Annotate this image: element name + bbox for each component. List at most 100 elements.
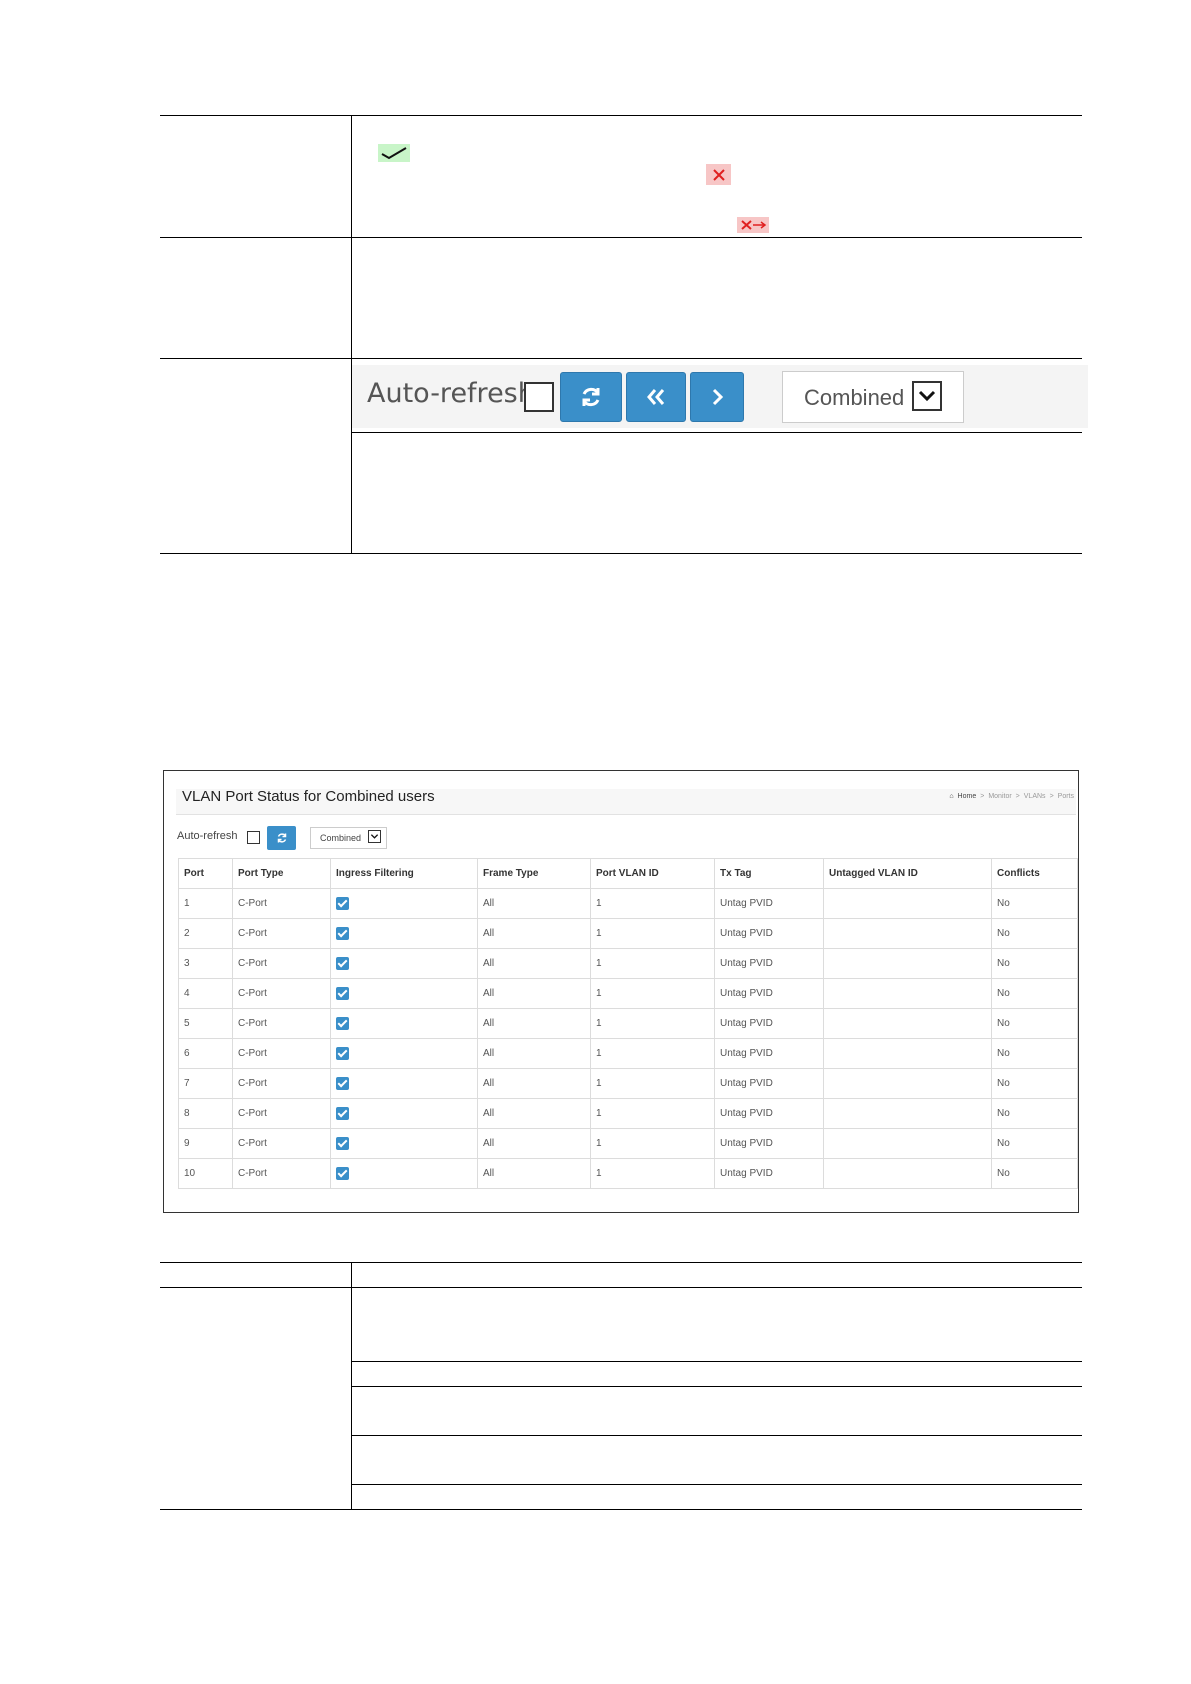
table-row: 6 C-Port All 1 Untag PVID No xyxy=(178,1038,1078,1069)
cell-port: 6 xyxy=(178,1038,233,1069)
cell-tx-tag: Untag PVID xyxy=(714,888,824,919)
cell-conflicts: No xyxy=(991,1038,1078,1069)
next-page-button-large[interactable] xyxy=(690,372,744,422)
cell-ingress-filtering xyxy=(330,948,478,979)
refresh-button[interactable] xyxy=(267,826,296,850)
cell-port: 3 xyxy=(178,948,233,979)
table-row: 5 C-Port All 1 Untag PVID No xyxy=(178,1008,1078,1039)
cell-conflicts: No xyxy=(991,918,1078,949)
ingress-filtering-checkbox[interactable] xyxy=(336,927,349,940)
cell-tx-tag: Untag PVID xyxy=(714,1068,824,1099)
auto-refresh-checkbox-large[interactable] xyxy=(524,382,554,412)
breadcrumb-separator: > xyxy=(980,793,985,800)
cell-ingress-filtering xyxy=(330,1158,478,1189)
bottom-table-rule-1 xyxy=(160,1262,1082,1263)
cell-untagged-vlan-id xyxy=(823,888,992,919)
cell-port-vlan-id: 1 xyxy=(590,948,715,979)
ingress-filtering-checkbox[interactable] xyxy=(336,987,349,1000)
col-frame-type: Frame Type xyxy=(477,858,591,889)
refresh-button-large[interactable] xyxy=(560,372,622,422)
cell-frame-type: All xyxy=(477,1008,591,1039)
auto-refresh-checkbox[interactable] xyxy=(247,831,260,844)
cell-port-type: C-Port xyxy=(232,918,331,949)
cell-port-type: C-Port xyxy=(232,888,331,919)
top-table-rule-2 xyxy=(160,237,1082,238)
cell-port-vlan-id: 1 xyxy=(590,1098,715,1129)
cell-port-vlan-id: 1 xyxy=(590,1068,715,1099)
col-tx-tag: Tx Tag xyxy=(714,858,824,889)
breadcrumb-ports[interactable]: Ports xyxy=(1058,793,1074,800)
ingress-filtering-checkbox[interactable] xyxy=(336,1077,349,1090)
breadcrumb-home[interactable]: Home xyxy=(958,793,977,800)
table-header-row: Port Port Type Ingress Filtering Frame T… xyxy=(178,858,1078,889)
ingress-filtering-checkbox[interactable] xyxy=(336,957,349,970)
cell-conflicts: No xyxy=(991,1128,1078,1159)
ingress-filtering-checkbox[interactable] xyxy=(336,1167,349,1180)
user-select-value: Combined xyxy=(320,833,362,843)
next-page-icon xyxy=(712,388,724,406)
bottom-table-rule-7 xyxy=(160,1509,1082,1510)
cell-port-type: C-Port xyxy=(232,1158,331,1189)
col-port-vlan-id: Port VLAN ID xyxy=(590,858,715,889)
bottom-table-rule-4 xyxy=(351,1386,1082,1387)
cell-tx-tag: Untag PVID xyxy=(714,1158,824,1189)
bottom-table-divider xyxy=(351,1262,352,1509)
cell-ingress-filtering xyxy=(330,1098,478,1129)
user-select-value-large: Combined xyxy=(804,385,905,410)
top-table-divider xyxy=(351,115,352,553)
cell-ingress-filtering xyxy=(330,978,478,1009)
cell-untagged-vlan-id xyxy=(823,1158,992,1189)
cell-frame-type: All xyxy=(477,978,591,1009)
refresh-icon xyxy=(277,833,286,843)
col-ingress-filtering: Ingress Filtering xyxy=(330,858,478,889)
cell-frame-type: All xyxy=(477,888,591,919)
cell-untagged-vlan-id xyxy=(823,1098,992,1129)
home-icon[interactable]: ⌂ xyxy=(949,793,953,800)
table-row: 10 C-Port All 1 Untag PVID No xyxy=(178,1158,1078,1189)
ingress-filtering-checkbox[interactable] xyxy=(336,897,349,910)
ingress-filtering-checkbox[interactable] xyxy=(336,1107,349,1120)
cell-frame-type: All xyxy=(477,1098,591,1129)
cell-conflicts: No xyxy=(991,948,1078,979)
cell-conflicts: No xyxy=(991,1158,1078,1189)
table-row: 2 C-Port All 1 Untag PVID No xyxy=(178,918,1078,949)
cell-frame-type: All xyxy=(477,1068,591,1099)
first-page-icon xyxy=(647,389,665,405)
cell-port-vlan-id: 1 xyxy=(590,1158,715,1189)
ingress-filtering-checkbox[interactable] xyxy=(336,1017,349,1030)
chevron-down-icon[interactable] xyxy=(368,830,381,843)
cell-untagged-vlan-id xyxy=(823,948,992,979)
cell-port: 1 xyxy=(178,888,233,919)
table-row: 1 C-Port All 1 Untag PVID No xyxy=(178,888,1078,919)
cell-untagged-vlan-id xyxy=(823,978,992,1009)
ingress-filtering-checkbox[interactable] xyxy=(336,1047,349,1060)
cell-ingress-filtering xyxy=(330,1068,478,1099)
cell-frame-type: All xyxy=(477,1158,591,1189)
col-port: Port xyxy=(178,858,233,889)
vlan-port-table: Port Port Type Ingress Filtering Frame T… xyxy=(178,858,1078,1189)
cell-port: 2 xyxy=(178,918,233,949)
table-row: 4 C-Port All 1 Untag PVID No xyxy=(178,978,1078,1009)
auto-refresh-label: Auto-refresh xyxy=(177,830,238,842)
breadcrumb-vlans[interactable]: VLANs xyxy=(1024,793,1046,800)
cell-untagged-vlan-id xyxy=(823,918,992,949)
cell-conflicts: No xyxy=(991,1098,1078,1129)
first-page-button-large[interactable] xyxy=(626,372,686,422)
top-table-rule-3 xyxy=(160,358,1082,359)
vlan-port-status-panel: VLAN Port Status for Combined users ⌂ Ho… xyxy=(163,770,1079,1213)
breadcrumb-monitor[interactable]: Monitor xyxy=(988,793,1011,800)
table-row: 8 C-Port All 1 Untag PVID No xyxy=(178,1098,1078,1129)
cell-ingress-filtering xyxy=(330,1008,478,1039)
top-table-rule-4 xyxy=(352,432,1082,433)
cell-untagged-vlan-id xyxy=(823,1008,992,1039)
cell-frame-type: All xyxy=(477,1128,591,1159)
cell-conflicts: No xyxy=(991,978,1078,1009)
chevron-down-icon[interactable] xyxy=(912,381,942,411)
ingress-filtering-checkbox[interactable] xyxy=(336,1137,349,1150)
cell-port: 8 xyxy=(178,1098,233,1129)
cell-port-type: C-Port xyxy=(232,948,331,979)
disconnected-link-icon xyxy=(737,217,769,233)
bottom-table-rule-6 xyxy=(351,1484,1082,1485)
cell-port: 7 xyxy=(178,1068,233,1099)
refresh-icon xyxy=(582,387,600,407)
